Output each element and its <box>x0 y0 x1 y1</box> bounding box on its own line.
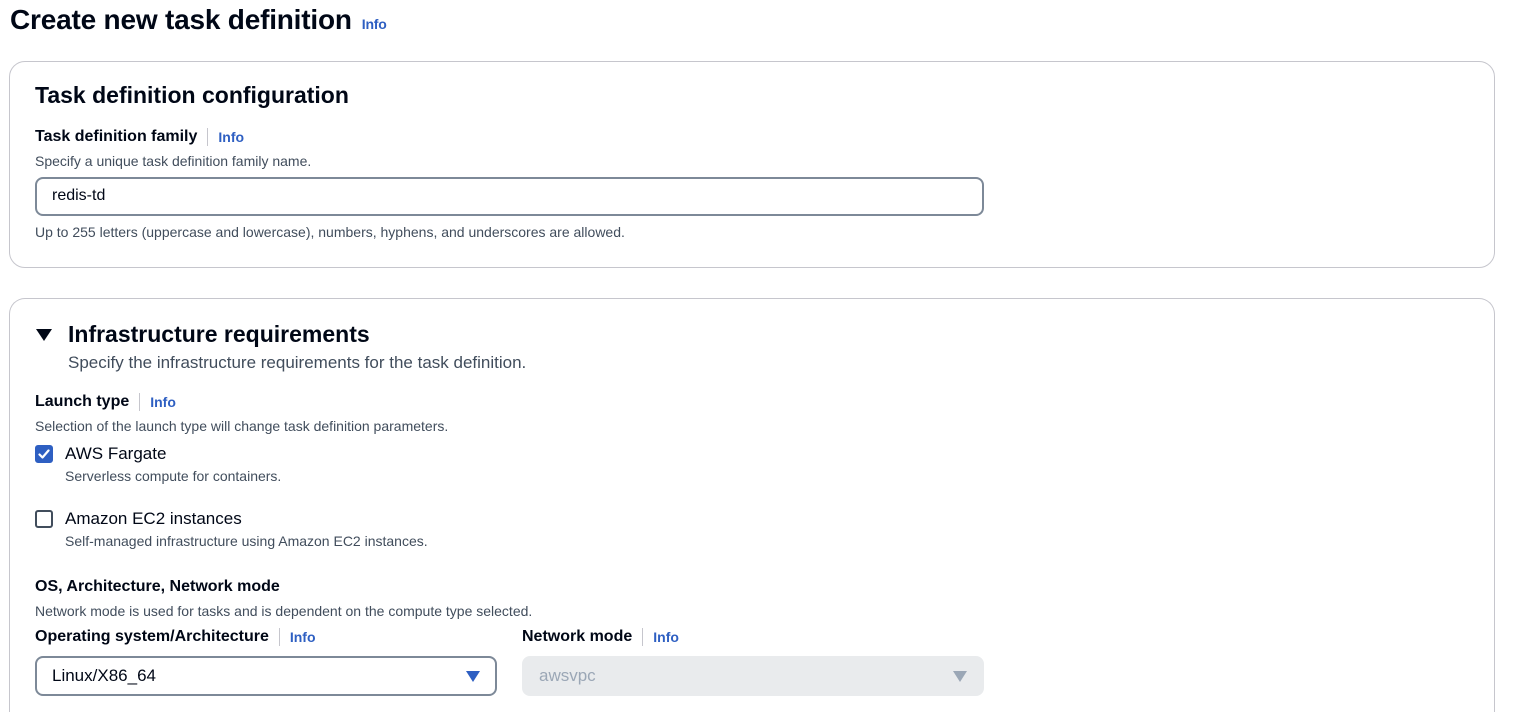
launch-type-description: Selection of the launch type will change… <box>35 418 449 434</box>
page-title: Create new task definition <box>10 4 352 35</box>
launch-type-label: Launch type <box>35 393 130 410</box>
network-mode-select: awsvpc <box>522 656 984 696</box>
launch-type-info-link[interactable]: Info <box>150 394 176 410</box>
checkmark-icon <box>38 449 50 459</box>
os-arch-select[interactable]: Linux/X86_64 <box>35 656 497 696</box>
infrastructure-requirements-panel: Infrastructure requirements Specify the … <box>9 298 1495 712</box>
fargate-label: AWS Fargate <box>65 444 167 463</box>
ec2-checkbox-row[interactable]: Amazon EC2 instances <box>35 509 242 529</box>
os-arch-value: Linux/X86_64 <box>52 666 156 685</box>
label-divider <box>207 128 209 146</box>
os-arch-info-link[interactable]: Info <box>290 629 316 645</box>
page-header: Create new task definition Info <box>10 4 387 36</box>
label-divider <box>139 393 141 411</box>
fargate-description: Serverless compute for containers. <box>65 468 282 484</box>
ec2-description: Self-managed infrastructure using Amazon… <box>65 533 428 549</box>
family-label-row: Task definition family Info <box>35 128 244 146</box>
ec2-checkbox[interactable] <box>35 510 53 528</box>
panel-heading: Task definition configuration <box>35 82 349 108</box>
os-section-description: Network mode is used for tasks and is de… <box>35 603 533 619</box>
dropdown-arrow-icon <box>953 670 967 682</box>
launch-type-label-row: Launch type Info <box>35 393 176 411</box>
network-mode-value: awsvpc <box>539 666 596 685</box>
label-divider <box>642 628 644 646</box>
task-definition-configuration-panel: Task definition configuration Task defin… <box>9 61 1495 268</box>
family-label: Task definition family <box>35 128 198 145</box>
fargate-checkbox-row[interactable]: AWS Fargate <box>35 444 166 464</box>
family-name-input[interactable]: redis-td <box>35 177 984 216</box>
caret-down-icon <box>36 328 52 341</box>
network-mode-label: Network mode <box>522 628 633 645</box>
fargate-checkbox[interactable] <box>35 445 53 463</box>
ec2-label: Amazon EC2 instances <box>65 509 242 528</box>
family-description: Specify a unique task definition family … <box>35 153 312 169</box>
infrastructure-description: Specify the infrastructure requirements … <box>68 353 527 372</box>
network-mode-info-link[interactable]: Info <box>653 629 679 645</box>
infrastructure-heading: Infrastructure requirements <box>68 321 370 347</box>
infrastructure-expander[interactable]: Infrastructure requirements <box>36 321 370 348</box>
family-info-link[interactable]: Info <box>218 129 244 145</box>
os-section-label-row: OS, Architecture, Network mode <box>35 578 280 596</box>
page-info-link[interactable]: Info <box>362 16 387 32</box>
os-arch-label: Operating system/Architecture <box>35 628 269 645</box>
page: Create new task definition Info Task def… <box>0 0 1513 712</box>
dropdown-arrow-icon <box>466 670 480 682</box>
family-name-value: redis-td <box>52 187 106 204</box>
label-divider <box>278 628 280 646</box>
os-section-label: OS, Architecture, Network mode <box>35 578 280 595</box>
family-constraint-text: Up to 255 letters (uppercase and lowerca… <box>35 224 625 240</box>
network-mode-label-row: Network mode Info <box>522 628 679 646</box>
os-arch-label-row: Operating system/Architecture Info <box>35 628 316 646</box>
